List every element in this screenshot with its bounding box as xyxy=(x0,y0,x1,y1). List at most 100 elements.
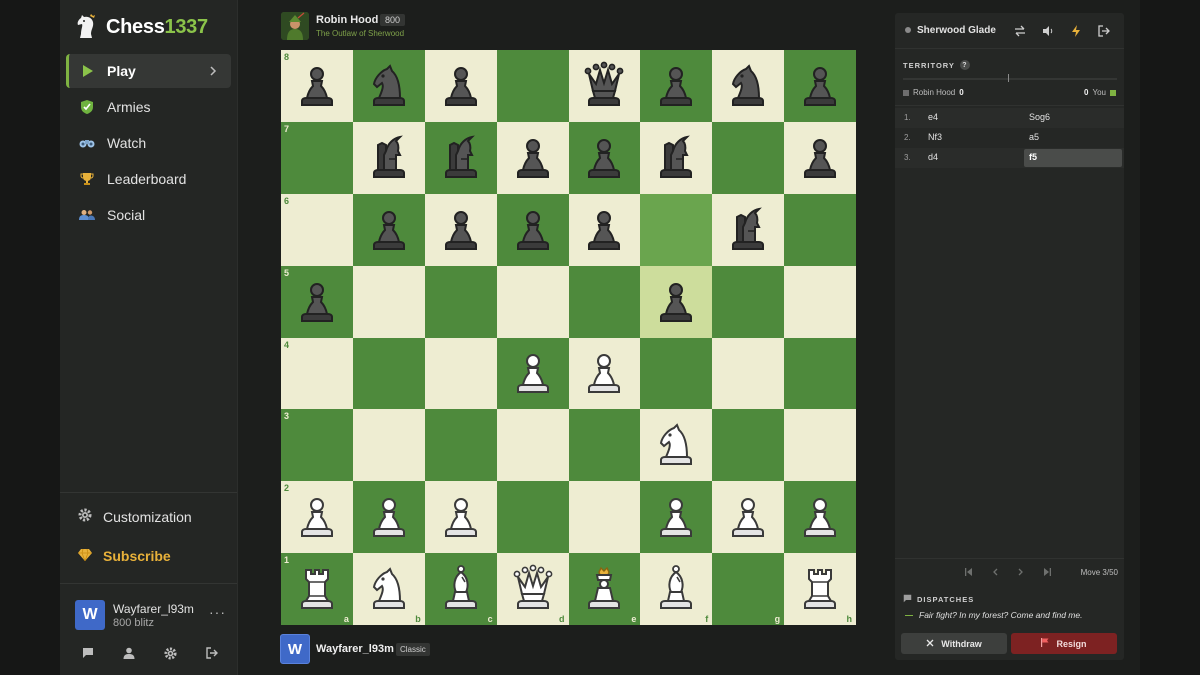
square-f1[interactable]: f xyxy=(640,553,713,625)
square-g7[interactable] xyxy=(712,121,785,194)
black-queen-icon[interactable] xyxy=(577,59,631,113)
black-pawn-icon[interactable] xyxy=(649,59,703,113)
square-d5[interactable] xyxy=(496,265,569,338)
square-e3[interactable] xyxy=(568,409,641,482)
sidebar-item-play[interactable]: Play xyxy=(66,54,231,88)
chat-icon[interactable] xyxy=(80,645,96,661)
white-pawn-icon[interactable] xyxy=(793,490,847,544)
profile-icon[interactable] xyxy=(121,645,137,661)
white-king-icon[interactable] xyxy=(577,562,631,616)
square-h7[interactable] xyxy=(784,121,856,194)
square-f5[interactable] xyxy=(640,265,713,338)
black-move[interactable]: a5 xyxy=(1024,129,1122,147)
square-e8[interactable] xyxy=(568,50,641,122)
square-h1[interactable]: h xyxy=(784,553,856,625)
resign-button[interactable]: Resign xyxy=(1011,633,1117,654)
white-queen-icon[interactable] xyxy=(506,562,560,616)
white-knight-icon[interactable] xyxy=(362,562,416,616)
first-move-icon[interactable] xyxy=(965,567,973,577)
black-pawn-icon[interactable] xyxy=(434,59,488,113)
square-g2[interactable] xyxy=(712,481,785,554)
square-e7[interactable] xyxy=(568,121,641,194)
square-b7[interactable] xyxy=(352,121,425,194)
white-pawn-icon[interactable] xyxy=(577,346,631,400)
square-f4[interactable] xyxy=(640,337,713,410)
square-a3[interactable]: 3 xyxy=(281,409,353,482)
more-options-button[interactable]: ··· xyxy=(209,604,226,620)
black-knight-icon[interactable] xyxy=(721,59,775,113)
black-pawn-icon[interactable] xyxy=(362,203,416,257)
white-rook-icon[interactable] xyxy=(290,562,344,616)
black-archer-icon[interactable] xyxy=(434,131,488,185)
black-pawn-icon[interactable] xyxy=(434,203,488,257)
next-move-icon[interactable] xyxy=(1017,567,1025,577)
square-a8[interactable]: 8 xyxy=(281,50,353,122)
prev-move-icon[interactable] xyxy=(991,567,999,577)
square-g6[interactable] xyxy=(712,193,785,266)
square-d6[interactable] xyxy=(496,193,569,266)
square-g4[interactable] xyxy=(712,337,785,410)
black-pawn-icon[interactable] xyxy=(506,131,560,185)
square-d7[interactable] xyxy=(496,121,569,194)
black-pawn-icon[interactable] xyxy=(793,59,847,113)
customization-link[interactable]: Customization xyxy=(78,508,192,525)
square-a4[interactable]: 4 xyxy=(281,337,353,410)
square-d4[interactable] xyxy=(496,337,569,410)
sound-icon[interactable] xyxy=(1041,24,1055,38)
square-h3[interactable] xyxy=(784,409,856,482)
square-e2[interactable] xyxy=(568,481,641,554)
square-g5[interactable] xyxy=(712,265,785,338)
square-f6[interactable] xyxy=(640,193,713,266)
square-g8[interactable] xyxy=(712,50,785,122)
white-knight-icon[interactable] xyxy=(649,418,703,472)
white-pawn-icon[interactable] xyxy=(290,490,344,544)
white-pawn-icon[interactable] xyxy=(362,490,416,544)
sidebar-item-watch[interactable]: Watch xyxy=(66,126,231,160)
square-g3[interactable] xyxy=(712,409,785,482)
square-h6[interactable] xyxy=(784,193,856,266)
white-pawn-icon[interactable] xyxy=(721,490,775,544)
black-move[interactable]: Sog6 xyxy=(1024,109,1122,127)
square-c3[interactable] xyxy=(424,409,497,482)
sidebar-item-leaderboard[interactable]: Leaderboard xyxy=(66,162,231,196)
square-b8[interactable] xyxy=(352,50,425,122)
black-pawn-icon[interactable] xyxy=(649,275,703,329)
last-move-icon[interactable] xyxy=(1043,567,1051,577)
square-e5[interactable] xyxy=(568,265,641,338)
square-c4[interactable] xyxy=(424,337,497,410)
lightning-icon[interactable] xyxy=(1069,24,1083,38)
white-bishop-icon[interactable] xyxy=(434,562,488,616)
square-f7[interactable] xyxy=(640,121,713,194)
square-a7[interactable]: 7 xyxy=(281,121,353,194)
black-pawn-icon[interactable] xyxy=(793,131,847,185)
black-archer-icon[interactable] xyxy=(649,131,703,185)
withdraw-button[interactable]: Withdraw xyxy=(901,633,1007,654)
sidebar-item-armies[interactable]: Armies xyxy=(66,90,231,124)
square-b6[interactable] xyxy=(352,193,425,266)
black-archer-icon[interactable] xyxy=(721,203,775,257)
square-a5[interactable]: 5 xyxy=(281,265,353,338)
avatar[interactable]: W xyxy=(280,634,310,664)
square-d8[interactable] xyxy=(496,50,569,122)
square-c1[interactable]: c xyxy=(424,553,497,625)
opponent-avatar[interactable] xyxy=(281,12,309,40)
logout-icon[interactable] xyxy=(204,645,220,661)
square-f3[interactable] xyxy=(640,409,713,482)
square-a6[interactable]: 6 xyxy=(281,193,353,266)
white-rook-icon[interactable] xyxy=(793,562,847,616)
square-d3[interactable] xyxy=(496,409,569,482)
black-pawn-icon[interactable] xyxy=(290,275,344,329)
square-e1[interactable]: e xyxy=(568,553,641,625)
square-b2[interactable] xyxy=(352,481,425,554)
white-move[interactable]: Nf3 xyxy=(928,132,942,142)
square-c5[interactable] xyxy=(424,265,497,338)
white-bishop-icon[interactable] xyxy=(649,562,703,616)
swap-icon[interactable] xyxy=(1013,24,1027,38)
square-e4[interactable] xyxy=(568,337,641,410)
square-d2[interactable] xyxy=(496,481,569,554)
white-move[interactable]: e4 xyxy=(928,112,938,122)
logo[interactable]: Chess1337 xyxy=(74,14,208,40)
square-a1[interactable]: 1a xyxy=(281,553,353,625)
square-f8[interactable] xyxy=(640,50,713,122)
square-h2[interactable] xyxy=(784,481,856,554)
